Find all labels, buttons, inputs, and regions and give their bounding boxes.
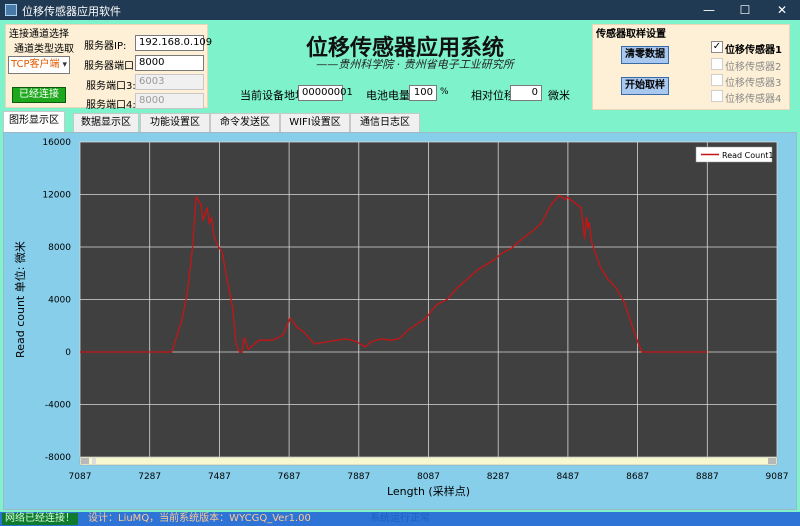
y-tick-label: -8000	[45, 453, 71, 463]
connect-button[interactable]: 已经连接	[12, 87, 66, 103]
window-title: 位移传感器应用软件	[22, 5, 121, 18]
channel-type-label: 通道类型选取	[14, 44, 74, 55]
channel-type-select[interactable]: TCP客户端 ▾	[8, 56, 70, 74]
server-port3-input[interactable]: 6003	[135, 74, 204, 90]
tab-log[interactable]: 通信日志区	[350, 113, 420, 133]
x-tick-label: 8687	[626, 472, 649, 482]
battery-unit: %	[440, 87, 449, 97]
server-port3-label: 服务端口3:	[86, 81, 136, 92]
title-bar: 位移传感器应用软件 — ☐ ✕	[0, 0, 800, 20]
server-ip-label: 服务器IP:	[84, 41, 127, 52]
x-tick-label: 8087	[417, 472, 440, 482]
device-address-input[interactable]: 00000001	[298, 85, 353, 101]
sensor-panel-title: 传感器取样设置	[596, 29, 666, 40]
server-port-input[interactable]: 8000	[135, 55, 204, 71]
clear-data-button[interactable]: 清零数据	[621, 46, 669, 64]
sensor4-checkbox[interactable]	[711, 90, 723, 102]
server-ip-input[interactable]: 192.168.0.109	[135, 35, 212, 51]
server-port4-input[interactable]: 8000	[135, 93, 204, 109]
x-tick-label: 7287	[138, 472, 161, 482]
tab-function[interactable]: 功能设置区	[140, 113, 210, 133]
sensor1-label: 位移传感器1	[725, 45, 782, 56]
tab-wifi[interactable]: WIFI设置区	[280, 113, 350, 133]
y-tick-label: 8000	[48, 243, 71, 253]
x-tick-label: 7887	[347, 472, 370, 482]
tab-command[interactable]: 命令发送区	[210, 113, 280, 133]
design-info: 设计：LiuMQ，当前系统版本：WYCGQ_Ver1.00	[88, 513, 311, 524]
app-icon	[5, 4, 17, 16]
sensor3-label: 位移传感器3	[725, 78, 782, 89]
x-tick-label: 7687	[278, 472, 301, 482]
x-tick-label: 7087	[69, 472, 92, 482]
minimize-button[interactable]: —	[691, 0, 727, 20]
system-status: 系统运行正常	[370, 513, 430, 524]
sensor1-checkbox[interactable]: ✓	[711, 41, 723, 53]
y-tick-label: 16000	[42, 138, 71, 148]
sensor4-label: 位移传感器4	[725, 94, 782, 105]
sensor2-label: 位移传感器2	[725, 62, 782, 73]
x-axis-title: Length (采样点)	[387, 484, 470, 498]
x-tick-label: 8887	[696, 472, 719, 482]
chart-scrollbar[interactable]	[79, 456, 778, 466]
server-port4-label: 服务端口4:	[86, 100, 136, 111]
read-count-chart: -8000 -4000 0 4000 8000 12000 16000 7087 7287 748…	[13, 138, 789, 498]
displacement-unit: 微米	[548, 89, 570, 102]
x-tick-label: 8487	[556, 472, 579, 482]
connection-panel-title: 连接通道选择	[9, 29, 69, 40]
page-subtitle: ——贵州科学院 · 贵州省电子工业研究所	[316, 58, 514, 71]
battery-input[interactable]: 100	[409, 85, 437, 101]
tab-graph[interactable]: 图形显示区	[3, 111, 65, 133]
scroll-thumb[interactable]	[92, 458, 96, 464]
tab-data[interactable]: 数据显示区	[73, 113, 139, 133]
chart-panel: -8000 -4000 0 4000 8000 12000 16000 7087 7287 748…	[3, 132, 797, 510]
legend-label: Read Count1	[722, 151, 774, 160]
channel-type-value: TCP客户端	[11, 59, 60, 70]
scroll-right-handle[interactable]	[768, 458, 776, 464]
y-tick-label: 12000	[42, 191, 71, 201]
sensor2-checkbox[interactable]	[711, 58, 723, 70]
y-axis-title: Read count 单位: 微米	[13, 241, 27, 358]
battery-label: 电池电量:	[366, 89, 414, 102]
server-port-label: 服务器端口:	[84, 61, 138, 72]
y-tick-label: -4000	[45, 401, 71, 411]
network-status: 网络已经连接！	[2, 513, 78, 525]
scroll-left-handle[interactable]	[81, 458, 89, 464]
displacement-input[interactable]: 0	[510, 85, 542, 101]
maximize-button[interactable]: ☐	[727, 0, 763, 20]
status-bar: 网络已经连接！ 设计：LiuMQ，当前系统版本：WYCGQ_Ver1.00 系统…	[0, 512, 800, 526]
x-tick-label: 8287	[487, 472, 510, 482]
close-button[interactable]: ✕	[764, 0, 800, 20]
y-tick-label: 0	[65, 348, 71, 358]
sensor3-checkbox[interactable]	[711, 74, 723, 86]
chevron-down-icon: ▾	[62, 60, 67, 70]
start-sampling-button[interactable]: 开始取样	[621, 77, 669, 95]
y-tick-label: 4000	[48, 296, 71, 306]
x-tick-label: 7487	[208, 472, 231, 482]
x-tick-label: 9087	[766, 472, 789, 482]
